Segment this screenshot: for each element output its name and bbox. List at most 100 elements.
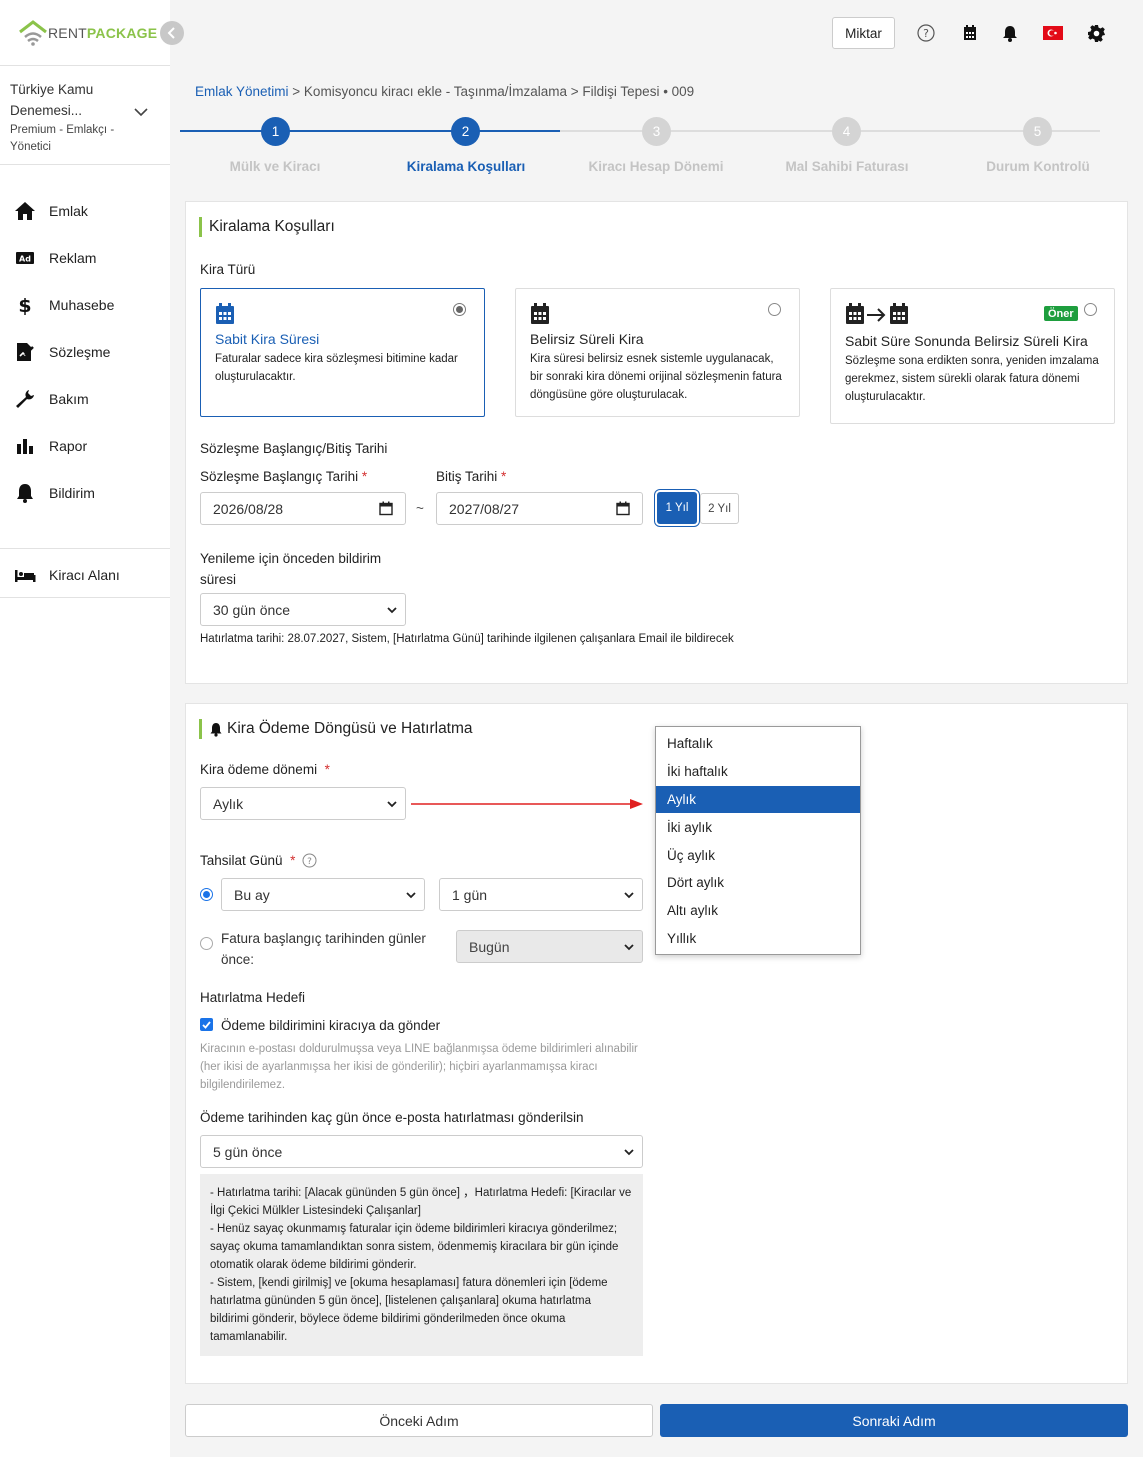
two-year-button[interactable]: 2 Yıl	[700, 493, 739, 524]
step-2-label: Kiralama Koşulları	[406, 159, 526, 174]
turkish-flag-icon[interactable]	[1043, 23, 1063, 43]
sidebar-item-muhasebe[interactable]: $ Muhasebe	[0, 285, 170, 325]
rent-option-fixed[interactable]: Sabit Kira Süresi Faturalar sadece kira …	[200, 288, 485, 417]
sidebar-collapse-button[interactable]	[160, 21, 184, 45]
step-1-circle[interactable]: 1	[261, 117, 290, 146]
home-icon	[15, 202, 35, 220]
sidebar-item-rapor[interactable]: Rapor	[0, 426, 170, 466]
end-date-input[interactable]: 2027/08/27	[436, 492, 643, 525]
sidebar-item-sozlesme[interactable]: Sözleşme	[0, 332, 170, 372]
sidebar-item-bakim[interactable]: Bakım	[0, 379, 170, 419]
section-title-text: Kiralama Koşulları	[209, 218, 335, 235]
calendar-icon[interactable]	[960, 23, 980, 43]
required-mark: *	[361, 469, 368, 484]
payment-period-dropdown[interactable]: Haftalık İki haftalık Aylık İki aylık Üç…	[655, 726, 861, 955]
sidebar-item-reklam[interactable]: Ad Reklam	[0, 238, 170, 278]
chevron-down-icon	[624, 944, 634, 951]
notification-bell-icon[interactable]	[1000, 23, 1020, 43]
collection-day-label-text: Tahsilat Günü	[200, 853, 283, 868]
sidebar-item-emlak[interactable]: Emlak	[0, 191, 170, 231]
date-range-separator: ~	[416, 501, 424, 516]
step-5-circle[interactable]: 5	[1023, 117, 1052, 146]
breadcrumb-root-link[interactable]: Emlak Yönetimi	[195, 84, 289, 99]
step-4-circle[interactable]: 4	[832, 117, 861, 146]
notify-tenant-checkbox[interactable]	[200, 1018, 213, 1031]
stepper-progress-line	[180, 130, 560, 132]
dropdown-option[interactable]: Üç aylık	[656, 841, 860, 869]
dropdown-option[interactable]: Altı aylık	[656, 897, 860, 925]
end-date-label-text: Bitiş Tarihi	[436, 469, 498, 484]
rent-option-fixed-then-indefinite-radio[interactable]	[1084, 303, 1097, 316]
rent-option-indefinite[interactable]: Belirsiz Süreli Kira Kira süresi belirsi…	[515, 288, 800, 417]
step-3-circle[interactable]: 3	[642, 117, 671, 146]
help-icon[interactable]: ?	[302, 853, 317, 868]
invoice-days-radio[interactable]	[200, 937, 213, 950]
org-role: Premium - Emlakçı - Yönetici	[10, 124, 115, 153]
top-bar	[170, 0, 1143, 66]
section-title-text: Kira Ödeme Döngüsü ve Hatırlatma	[227, 720, 473, 737]
info-line: - Hatırlatma tarihi: [Alacak gününden 5 …	[210, 1187, 632, 1217]
recommended-badge: Öner	[1044, 306, 1078, 321]
ad-icon: Ad	[16, 252, 34, 264]
info-line: - Sistem, [kendi girilmiş] ve [okuma hes…	[210, 1277, 608, 1343]
required-mark: *	[501, 469, 507, 484]
reminder-target-label: Hatırlatma Hedefi	[200, 990, 306, 1005]
info-line: - Henüz sayaç okunmamış faturalar için ö…	[210, 1223, 619, 1271]
dollar-icon: $	[18, 295, 31, 316]
collection-day-select[interactable]: 1 gün	[439, 878, 643, 911]
start-date-input[interactable]: 2026/08/28	[200, 492, 406, 525]
settings-gear-icon[interactable]	[1086, 23, 1106, 43]
end-date-value: 2027/08/27	[449, 500, 520, 517]
email-reminder-value: 5 gün önce	[213, 1143, 283, 1160]
calendar-picker-icon[interactable]	[379, 501, 393, 516]
email-reminder-select[interactable]: 5 gün önce	[200, 1135, 643, 1168]
rent-option-fixed-then-indefinite[interactable]: Öner Sabit Süre Sonunda Belirsiz Süreli …	[830, 288, 1115, 424]
rent-option-fixed-radio[interactable]	[453, 303, 466, 316]
dropdown-option[interactable]: İki haftalık	[656, 758, 860, 786]
sidebar-item-label: Bakım	[49, 391, 89, 407]
stepper-remaining-line	[560, 130, 1100, 132]
org-switcher[interactable]: Türkiye Kamu Denemesi... Premium - Emlak…	[0, 65, 170, 165]
chevron-down-icon	[624, 1149, 634, 1156]
collection-month-value: Bu ay	[234, 886, 270, 903]
wifi-house-icon	[19, 20, 47, 46]
option-description: Sözleşme sona erdikten sonra, yeniden im…	[845, 355, 1099, 403]
rent-option-indefinite-radio[interactable]	[768, 303, 781, 316]
collection-month-radio[interactable]	[200, 888, 213, 901]
payment-period-select[interactable]: Aylık	[200, 787, 406, 820]
rent-type-label: Kira Türü	[200, 262, 256, 277]
brand-part2: PACKAGE	[86, 25, 158, 41]
calendar-picker-icon[interactable]	[616, 501, 630, 516]
one-year-button[interactable]: 1 Yıl	[657, 492, 697, 524]
sidebar-item-bildirim[interactable]: Bildirim	[0, 473, 170, 513]
start-date-value: 2026/08/28	[213, 500, 284, 517]
help-icon[interactable]: ?	[916, 23, 936, 43]
collection-day-value: 1 gün	[452, 886, 488, 903]
chevron-down-icon	[134, 108, 148, 117]
renewal-reminder-note: Hatırlatma tarihi: 28.07.2027, Sistem, […	[200, 633, 734, 645]
dropdown-option[interactable]: Haftalık	[656, 730, 860, 758]
dropdown-option[interactable]: İki aylık	[656, 813, 860, 841]
amount-button[interactable]: Miktar	[832, 17, 895, 49]
notify-tenant-note: Kiracının e-postası doldurulmuşsa veya L…	[200, 1043, 638, 1091]
section-title: Kiralama Koşulları	[199, 217, 335, 237]
sidebar-item-kiraci-alani[interactable]: Kiracı Alanı	[0, 555, 170, 595]
sidebar-item-label: Muhasebe	[49, 297, 115, 313]
collection-month-select[interactable]: Bu ay	[221, 878, 425, 911]
dropdown-option[interactable]: Yıllık	[656, 925, 860, 953]
chart-icon	[17, 439, 33, 454]
step-2-circle[interactable]: 2	[451, 117, 480, 146]
renewal-notice-select[interactable]: 30 gün önce	[200, 593, 406, 626]
required-mark: *	[324, 762, 330, 777]
rental-conditions-card: Kiralama Koşulları Kira Türü Sabit Kira …	[185, 201, 1128, 684]
wrench-icon	[16, 390, 34, 408]
svg-text:?: ?	[923, 27, 929, 40]
invoice-days-select[interactable]: Bugün	[456, 930, 643, 963]
dropdown-option-selected[interactable]: Aylık	[656, 785, 860, 814]
previous-step-button[interactable]: Önceki Adım	[185, 1404, 653, 1437]
next-step-button[interactable]: Sonraki Adım	[660, 1404, 1128, 1437]
dropdown-option[interactable]: Dört aylık	[656, 869, 860, 897]
contract-dates-label: Sözleşme Başlangıç/Bitiş Tarihi	[200, 441, 388, 456]
payment-period-label: Kira ödeme dönemi *	[200, 762, 330, 777]
brand-logo[interactable]: RENT PACKAGE	[18, 20, 157, 46]
